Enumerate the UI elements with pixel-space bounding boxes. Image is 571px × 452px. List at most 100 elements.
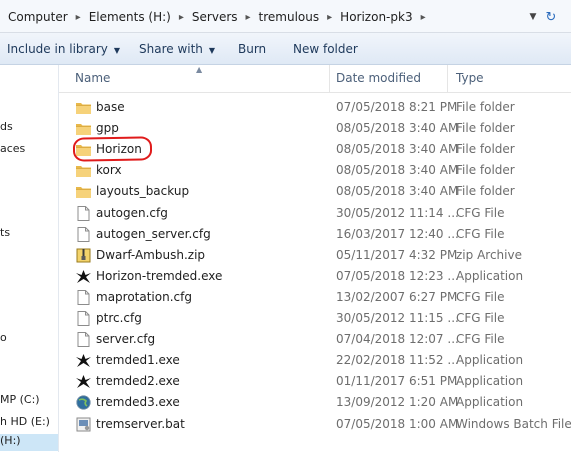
include-in-library-label: Include in library (7, 42, 108, 56)
file-name[interactable]: maprotation.cfg (96, 290, 192, 304)
column-divider[interactable] (447, 65, 448, 92)
column-header-type[interactable]: Type (456, 71, 484, 85)
breadcrumb-current[interactable]: Horizon-pk3 (338, 10, 414, 24)
column-header-row: ▲ Name Date modified Type (59, 65, 571, 93)
address-bar[interactable]: Computer ▸ Elements (H:) ▸ Servers ▸ tre… (0, 0, 571, 33)
file-row[interactable]: server.cfg 07/04/2018 12:07 ... CFG File (59, 329, 571, 350)
breadcrumb: Computer ▸ Elements (H:) ▸ Servers ▸ tre… (6, 8, 432, 26)
file-row[interactable]: Dwarf-Ambush.zip 05/11/2017 4:32 PM zip Ar… (59, 245, 571, 266)
alien-app-icon (75, 373, 92, 390)
globe-app-icon (75, 394, 92, 411)
file-row[interactable]: tremserver.bat 07/05/2018 1:00 AM Windows … (59, 414, 571, 435)
file-date-modified: 30/05/2012 11:14 ... (336, 205, 459, 220)
new-folder-button[interactable]: New folder (293, 42, 358, 58)
breadcrumb-servers[interactable]: Servers (190, 10, 240, 24)
file-type: CFG File (456, 332, 505, 347)
file-icon (75, 226, 92, 243)
file-name[interactable]: autogen.cfg (96, 206, 168, 220)
file-type: CFG File (456, 226, 505, 241)
file-date-modified: 30/05/2012 11:15 ... (336, 311, 459, 325)
file-date-modified: 07/05/2018 8:21 PM (336, 100, 458, 114)
file-name[interactable]: tremserver.bat (96, 417, 185, 431)
file-date-modified: 07/04/2018 12:07 ... (336, 332, 459, 347)
file-type: CFG File (456, 205, 505, 220)
column-header-name[interactable]: Name (75, 71, 110, 85)
batch-icon (75, 416, 92, 433)
file-icon (75, 331, 92, 348)
folder-icon (75, 120, 92, 137)
breadcrumb-separator-icon[interactable]: ▸ (321, 12, 338, 23)
file-type: Application (456, 374, 524, 389)
breadcrumb-computer[interactable]: Computer (6, 10, 70, 24)
folder-icon (75, 141, 92, 158)
burn-button[interactable]: Burn (238, 42, 266, 58)
file-name[interactable]: ptrc.cfg (96, 311, 142, 325)
file-date-modified: 08/05/2018 3:40 AM (336, 121, 459, 136)
file-row[interactable]: ptrc.cfg 30/05/2012 11:15 ... CFG File (59, 308, 571, 329)
nav-item[interactable]: ts (0, 226, 58, 239)
file-icon (75, 310, 92, 327)
share-with-button[interactable]: Share with ▼ (139, 42, 215, 58)
folder-icon (75, 162, 92, 179)
file-row[interactable]: maprotation.cfg 13/02/2007 6:27 PM CFG Fil… (59, 287, 571, 308)
breadcrumb-tremulous[interactable]: tremulous (257, 10, 322, 24)
file-name[interactable]: Horizon (96, 142, 142, 156)
file-row[interactable]: autogen_server.cfg 16/03/2017 12:40 ... CF… (59, 224, 571, 245)
file-row[interactable]: korx 08/05/2018 3:40 AM File folder (59, 160, 571, 181)
chevron-down-icon: ▼ (208, 46, 216, 55)
file-name[interactable]: tremded1.exe (96, 353, 180, 367)
chevron-down-icon: ▼ (113, 46, 121, 55)
navigation-pane[interactable]: ds aces ts o MP (C:) h HD (E:) (H:) (0, 65, 59, 452)
breadcrumb-separator-icon[interactable]: ▸ (173, 12, 190, 23)
nav-item[interactable]: ds (0, 120, 58, 133)
file-list[interactable]: ▲ Name Date modified Type base 07/05/2018… (59, 65, 571, 452)
file-name[interactable]: layouts_backup (96, 184, 189, 198)
file-type: File folder (456, 121, 515, 136)
file-date-modified: 13/02/2007 6:27 PM (336, 289, 458, 304)
file-icon (75, 289, 92, 306)
nav-item-drive-c[interactable]: MP (C:) (0, 393, 58, 406)
file-name[interactable]: Horizon-tremded.exe (96, 269, 222, 283)
breadcrumb-separator-icon[interactable]: ▸ (240, 12, 257, 23)
address-dropdown-icon[interactable]: ▼ (525, 8, 541, 26)
file-name[interactable]: tremded2.exe (96, 374, 180, 388)
alien-app-icon (75, 352, 92, 369)
file-name[interactable]: tremded3.exe (96, 395, 180, 409)
file-row[interactable]: tremded3.exe 13/09/2012 1:20 AM Applicatio… (59, 392, 571, 413)
file-row[interactable]: base 07/05/2018 8:21 PM File folder (59, 97, 571, 118)
nav-item[interactable]: aces (0, 142, 58, 155)
file-row[interactable]: autogen.cfg 30/05/2012 11:14 ... CFG File (59, 203, 571, 224)
file-row[interactable]: tremded1.exe 22/02/2018 11:52 ... Applicat… (59, 350, 571, 371)
include-in-library-button[interactable]: Include in library ▼ (7, 42, 120, 58)
file-date-modified: 16/03/2017 12:40 ... (336, 226, 459, 241)
file-name[interactable]: autogen_server.cfg (96, 227, 211, 241)
file-row[interactable]: Horizon-tremded.exe 07/05/2018 12:23 ... A… (59, 266, 571, 287)
nav-item-drive-e[interactable]: h HD (E:) (0, 415, 58, 428)
file-type: Windows Batch File (456, 416, 571, 431)
nav-item-drive-h[interactable]: (H:) (0, 434, 58, 451)
file-date-modified: 08/05/2018 3:40 AM (336, 163, 459, 178)
file-name[interactable]: Dwarf-Ambush.zip (96, 248, 205, 262)
file-name[interactable]: korx (96, 163, 122, 177)
file-name[interactable]: gpp (96, 121, 119, 135)
file-type: zip Archive (456, 247, 522, 262)
column-divider[interactable] (329, 65, 330, 92)
file-date-modified: 13/09/2012 1:20 AM (336, 395, 459, 410)
breadcrumb-drive[interactable]: Elements (H:) (87, 10, 173, 24)
file-date-modified: 07/05/2018 1:00 AM (336, 416, 459, 431)
file-name[interactable]: server.cfg (96, 332, 155, 346)
file-row[interactable]: Horizon 08/05/2018 3:40 AM File folder (59, 136, 571, 162)
file-row[interactable]: tremded2.exe 01/11/2017 6:51 PM Applicatio… (59, 371, 571, 392)
file-type: Application (456, 395, 524, 410)
refresh-icon[interactable]: ↻ (541, 7, 561, 27)
file-date-modified: 22/02/2018 11:52 ... (336, 353, 459, 368)
file-row[interactable]: layouts_backup 08/05/2018 3:40 AM File fol… (59, 181, 571, 202)
nav-item[interactable]: o (0, 331, 58, 344)
column-header-date[interactable]: Date modified (336, 71, 421, 85)
breadcrumb-separator-icon[interactable]: ▸ (70, 12, 87, 23)
command-bar: Include in library ▼ Share with ▼ Burn New… (0, 33, 571, 65)
file-date-modified: 08/05/2018 3:40 AM (336, 184, 459, 199)
file-name[interactable]: base (96, 100, 125, 114)
file-row[interactable]: gpp 08/05/2018 3:40 AM File folder (59, 118, 571, 139)
breadcrumb-separator-icon[interactable]: ▸ (415, 12, 432, 23)
